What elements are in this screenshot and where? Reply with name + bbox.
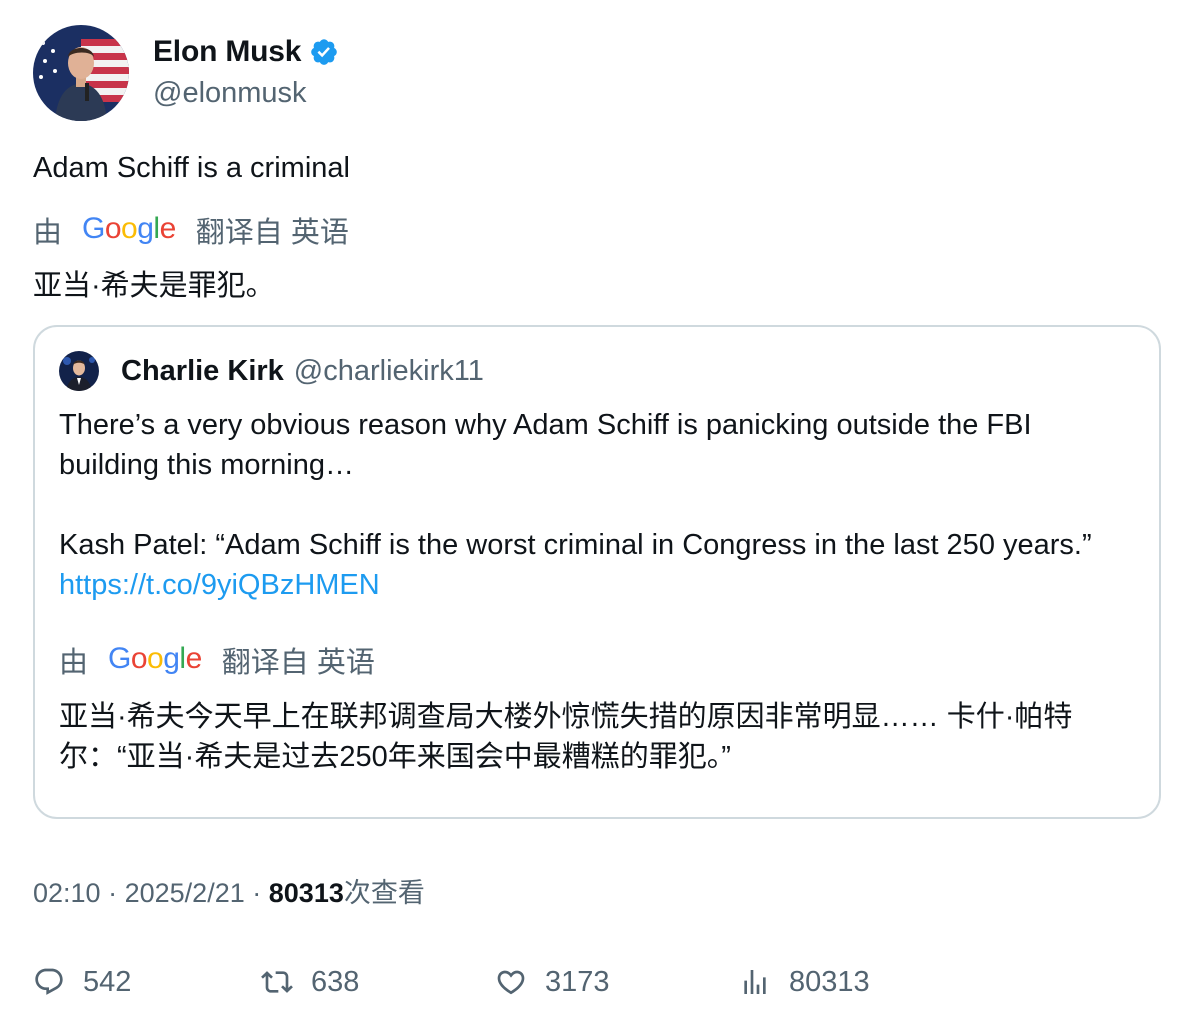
retweet-icon	[261, 966, 311, 998]
quoted-translated-text: 亚当·希夫今天早上在联邦调查局大楼外惊慌失措的原因非常明显…… 卡什·帕特尔：“…	[59, 701, 1073, 773]
quoted-text-line-1: There’s a very obvious reason why Adam S…	[59, 409, 1032, 481]
views-label: 次查看	[343, 878, 425, 908]
quoted-author-name[interactable]: Charlie Kirk	[121, 355, 284, 388]
quoted-google-logo[interactable]: Google	[108, 641, 202, 677]
meta-separator: ·	[252, 878, 262, 908]
reply-button[interactable]: 542	[33, 958, 131, 1006]
author-handle[interactable]: @elonmusk	[153, 74, 339, 112]
tweet-text: Adam Schiff is a criminal	[33, 152, 350, 184]
meta-separator: ·	[108, 878, 118, 908]
author-name-row: Elon Musk	[153, 34, 339, 70]
views-icon	[739, 966, 789, 998]
like-count: 3173	[545, 965, 610, 998]
retweet-button[interactable]: 638	[261, 958, 359, 1006]
quoted-text-line-2: Kash Patel: “Adam Schiff is the worst cr…	[59, 525, 1129, 605]
quoted-translation-by-label: 由	[59, 647, 89, 679]
author-avatar[interactable]	[33, 25, 129, 121]
views-count: 80313	[268, 878, 344, 908]
tweet-time[interactable]: 02:10	[33, 878, 101, 908]
tweet-actions: 542 638 3173 80313	[33, 958, 1133, 1006]
tweet-meta: 02:10 · 2025/2/21 · 80313次查看	[33, 873, 425, 913]
quoted-tweet-header: Charlie Kirk @charliekirk11	[59, 351, 484, 391]
tweet-date[interactable]: 2025/2/21	[125, 878, 245, 908]
views-count-action: 80313	[789, 965, 870, 998]
author-names: Elon Musk @elonmusk	[153, 34, 339, 112]
views-button[interactable]: 80313	[739, 958, 870, 1006]
tweet-header: Elon Musk @elonmusk	[33, 25, 339, 121]
quoted-tweet-card[interactable]: Charlie Kirk @charliekirk11 There’s a ve…	[33, 325, 1161, 819]
translation-by-label: 由	[33, 217, 63, 249]
translated-tweet-text: 亚当·希夫是罪犯。	[33, 270, 275, 302]
quoted-translation-attribution: 由 Google 翻译自 英语	[59, 642, 375, 681]
google-logo[interactable]: Google	[82, 211, 176, 247]
quoted-translation-from-label: 翻译自 英语	[221, 647, 375, 679]
quoted-author-handle[interactable]: @charliekirk11	[294, 355, 484, 388]
verified-badge-icon[interactable]	[309, 37, 339, 67]
translation-from-label: 翻译自 英语	[195, 217, 349, 249]
quoted-tweet-text: There’s a very obvious reason why Adam S…	[59, 405, 1129, 605]
author-name[interactable]: Elon Musk	[153, 34, 301, 70]
like-button[interactable]: 3173	[495, 958, 610, 1006]
quoted-tweet-link[interactable]: https://t.co/9yiQBzHMEN	[59, 569, 380, 601]
retweet-count: 638	[311, 965, 360, 998]
quoted-text-quote: Kash Patel: “Adam Schiff is the worst cr…	[59, 529, 1092, 561]
reply-count: 542	[83, 965, 132, 998]
quoted-author-avatar[interactable]	[59, 351, 99, 391]
like-icon	[495, 966, 545, 998]
translation-attribution: 由 Google 翻译自 英语	[33, 212, 349, 251]
reply-icon	[33, 966, 83, 998]
